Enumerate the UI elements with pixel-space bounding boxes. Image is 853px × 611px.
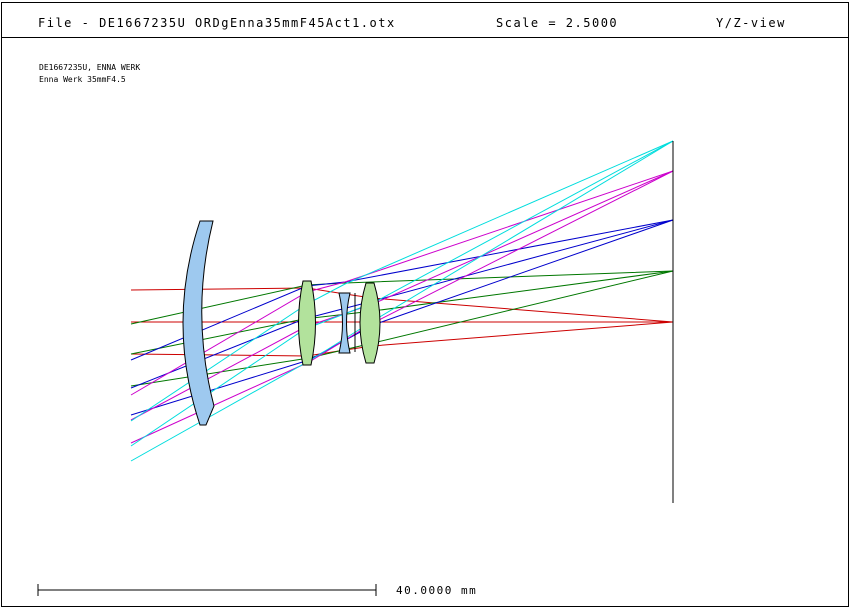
lens-ray-diagram [37,140,674,596]
ray-bundle-field-2 [130,219,674,416]
biconcave-lens-element [338,292,351,354]
biconvex-lens-element-2 [359,282,381,364]
ray-bundle-axis [130,287,674,357]
scale-bar [37,584,377,596]
meniscus-lens-element [182,220,215,426]
biconvex-lens-element-1 [298,280,316,366]
diagram-frame: File - DE1667235U ORDgEnna35mmF45Act1.ot… [1,2,849,607]
scale-bar-label: 40.0000 mm [396,584,478,597]
ray-bundle-field-4 [130,140,674,462]
